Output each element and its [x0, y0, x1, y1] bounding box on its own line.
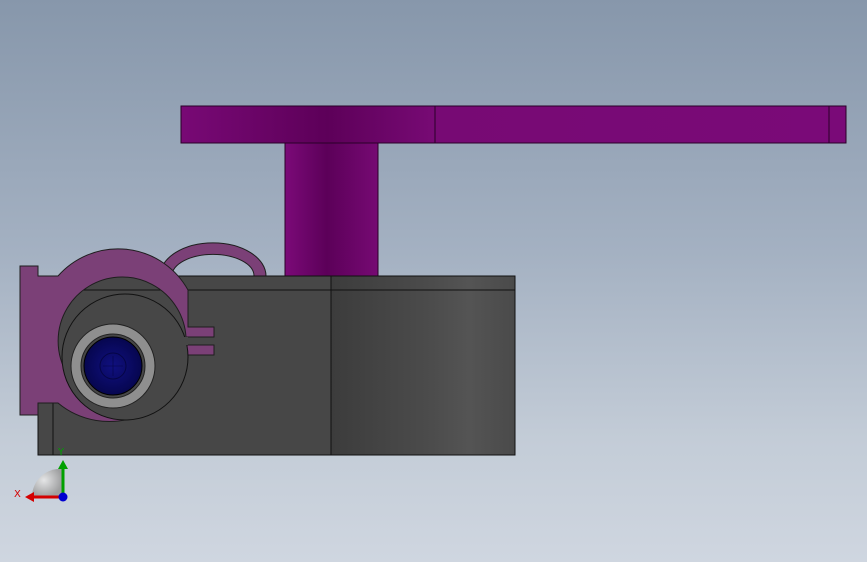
valve-stem[interactable]	[284, 142, 379, 277]
model-view[interactable]: Y X	[0, 0, 867, 562]
lever-handle[interactable]	[180, 105, 847, 144]
pipe-bore	[83, 336, 143, 396]
z-axis-dot	[58, 492, 68, 502]
y-axis-label: Y	[57, 447, 65, 458]
graphics-viewport[interactable]: Y X	[0, 0, 867, 562]
rear-clamp-arc	[159, 242, 267, 277]
x-axis-label: X	[14, 489, 21, 500]
